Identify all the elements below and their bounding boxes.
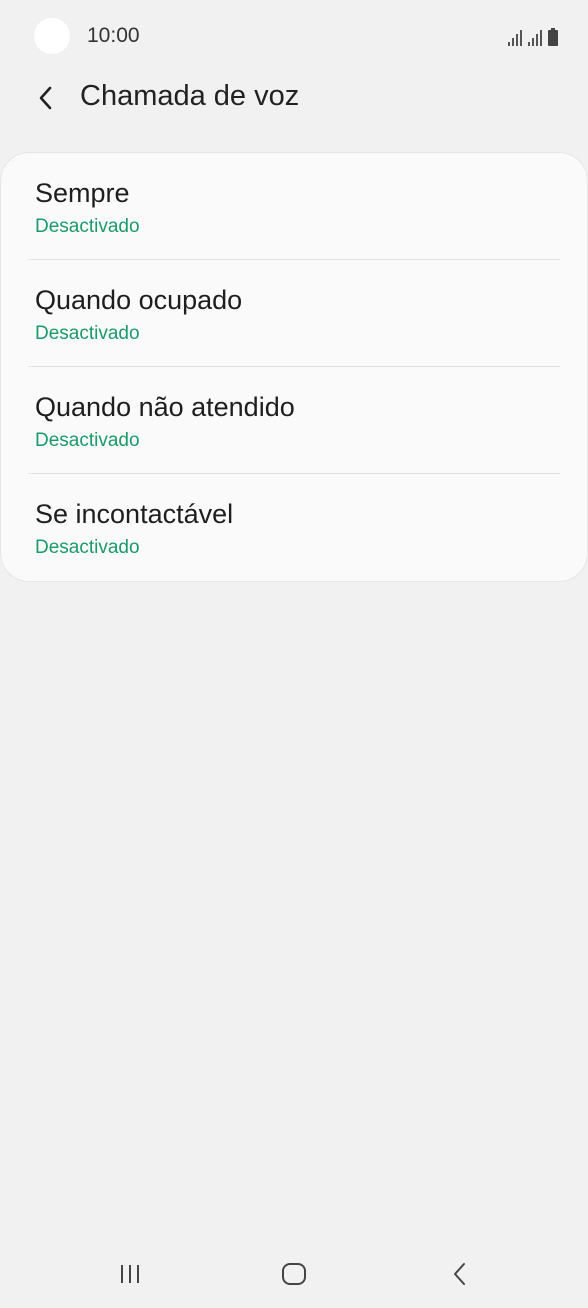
app-header: Chamada de voz <box>0 72 588 124</box>
page-title: Chamada de voz <box>80 80 300 112</box>
back-icon <box>454 1263 465 1285</box>
home-button[interactable] <box>264 1254 324 1294</box>
list-item-when-unanswered[interactable]: Quando não atendido Desactivado <box>1 367 587 474</box>
front-camera <box>34 18 70 54</box>
list-item-status: Desactivado <box>35 430 140 451</box>
recents-icon <box>121 1265 139 1283</box>
chevron-left-icon <box>39 86 52 110</box>
list-item-when-busy[interactable]: Quando ocupado Desactivado <box>1 260 587 367</box>
system-back-button[interactable] <box>430 1254 490 1294</box>
list-item-status: Desactivado <box>35 537 140 558</box>
status-time: 10:00 <box>87 24 140 47</box>
navigation-bar <box>0 1240 588 1308</box>
list-item-title: Quando ocupado <box>35 285 243 315</box>
forwarding-options-card: Sempre Desactivado Quando ocupado Desact… <box>1 153 587 581</box>
list-item-title: Sempre <box>35 178 130 208</box>
list-item-always[interactable]: Sempre Desactivado <box>1 153 587 260</box>
battery-icon <box>548 28 558 46</box>
list-item-title: Se incontactável <box>35 499 234 529</box>
list-item-title: Quando não atendido <box>35 392 295 422</box>
status-bar: 10:00 <box>0 0 588 72</box>
recents-button[interactable] <box>100 1254 160 1294</box>
list-item-status: Desactivado <box>35 216 140 237</box>
home-icon <box>282 1263 306 1285</box>
signal-icon <box>528 30 542 46</box>
back-button[interactable] <box>26 78 66 118</box>
signal-icon <box>508 30 522 46</box>
list-item-status: Desactivado <box>35 323 140 344</box>
phone-screen: 10:00 Chamada de voz Sempre Desactivado … <box>0 0 588 1308</box>
status-icons <box>508 26 558 46</box>
list-item-unreachable[interactable]: Se incontactável Desactivado <box>1 474 587 581</box>
